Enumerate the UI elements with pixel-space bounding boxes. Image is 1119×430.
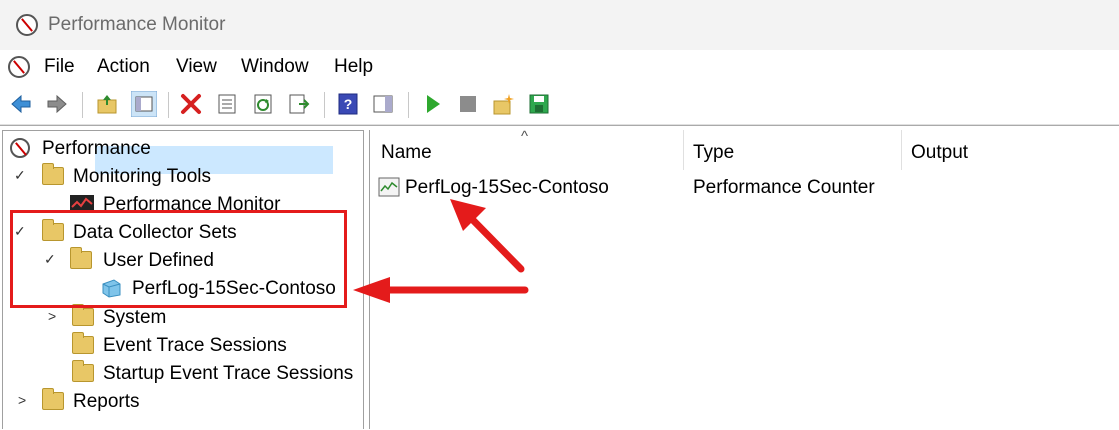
toolbar-separator (408, 92, 409, 118)
performance-monitor-app-icon (16, 14, 38, 36)
column-divider[interactable] (683, 130, 684, 170)
delete-icon[interactable] (180, 93, 202, 115)
menu-window[interactable]: Window (241, 56, 309, 78)
export-list-icon[interactable] (288, 93, 310, 115)
show-hide-tree-icon[interactable] (131, 91, 157, 117)
row-type: Performance Counter (693, 177, 875, 198)
toolbar-separator (82, 92, 83, 118)
menu-action[interactable]: Action (97, 56, 150, 78)
tree-label: Startup Event Trace Sessions (103, 363, 354, 384)
tree-label: Performance (42, 138, 151, 159)
toolbar: ? (0, 86, 1119, 125)
sort-ascending-indicator: ^ (521, 128, 529, 145)
toolbar-separator (324, 92, 325, 118)
start-icon[interactable] (422, 93, 444, 115)
performance-log-icon (378, 177, 400, 197)
new-item-icon[interactable] (492, 93, 514, 115)
svg-text:?: ? (344, 96, 353, 112)
tree-label: Reports (73, 391, 140, 412)
folder-icon (72, 332, 94, 354)
properties-icon[interactable] (216, 93, 238, 115)
menu-bar: File Action View Window Help (0, 50, 1119, 86)
window-title: Performance Monitor (48, 14, 226, 35)
tree-item-performance[interactable]: Performance (10, 134, 350, 160)
toolbar-separator (168, 92, 169, 118)
tree-label: System (103, 307, 167, 328)
row-name: PerfLog-15Sec-Contoso (405, 177, 609, 198)
stop-icon[interactable] (457, 93, 479, 115)
column-divider[interactable] (901, 130, 902, 170)
show-hide-action-icon[interactable] (372, 93, 394, 115)
folder-icon (42, 388, 64, 410)
menu-view[interactable]: View (176, 56, 217, 78)
tree-label: Event Trace Sessions (103, 335, 287, 356)
help-icon[interactable]: ? (337, 93, 359, 115)
refresh-icon[interactable] (252, 93, 274, 115)
folder-icon (72, 360, 94, 382)
folder-icon (42, 163, 64, 185)
tree-item-startup-event-trace-sessions[interactable]: Startup Event Trace Sessions (72, 359, 357, 385)
save-icon[interactable] (528, 93, 550, 115)
back-icon[interactable] (10, 93, 32, 115)
tree-item-monitoring-tools[interactable]: ✓ Monitoring Tools (14, 162, 354, 188)
menu-file[interactable]: File (44, 56, 75, 78)
chevron-right-icon[interactable]: > (18, 392, 26, 408)
tree-label: Monitoring Tools (73, 166, 212, 187)
column-header-output[interactable]: Output (911, 142, 968, 164)
tree-item-event-trace-sessions[interactable]: Event Trace Sessions (72, 331, 352, 357)
performance-icon (10, 138, 30, 158)
tree-item-reports[interactable]: > Reports (14, 387, 314, 413)
forward-icon[interactable] (46, 93, 68, 115)
chevron-down-icon[interactable]: ✓ (14, 167, 26, 184)
annotation-highlight-box (10, 210, 347, 308)
folder-icon (72, 304, 94, 326)
column-header-name[interactable]: Name (381, 142, 432, 164)
up-folder-icon[interactable] (96, 93, 118, 115)
system-menu-icon[interactable] (8, 56, 30, 78)
menu-help[interactable]: Help (334, 56, 373, 78)
chevron-right-icon[interactable]: > (48, 308, 56, 324)
column-header-type[interactable]: Type (693, 142, 734, 164)
title-bar: Performance Monitor (0, 0, 1119, 50)
